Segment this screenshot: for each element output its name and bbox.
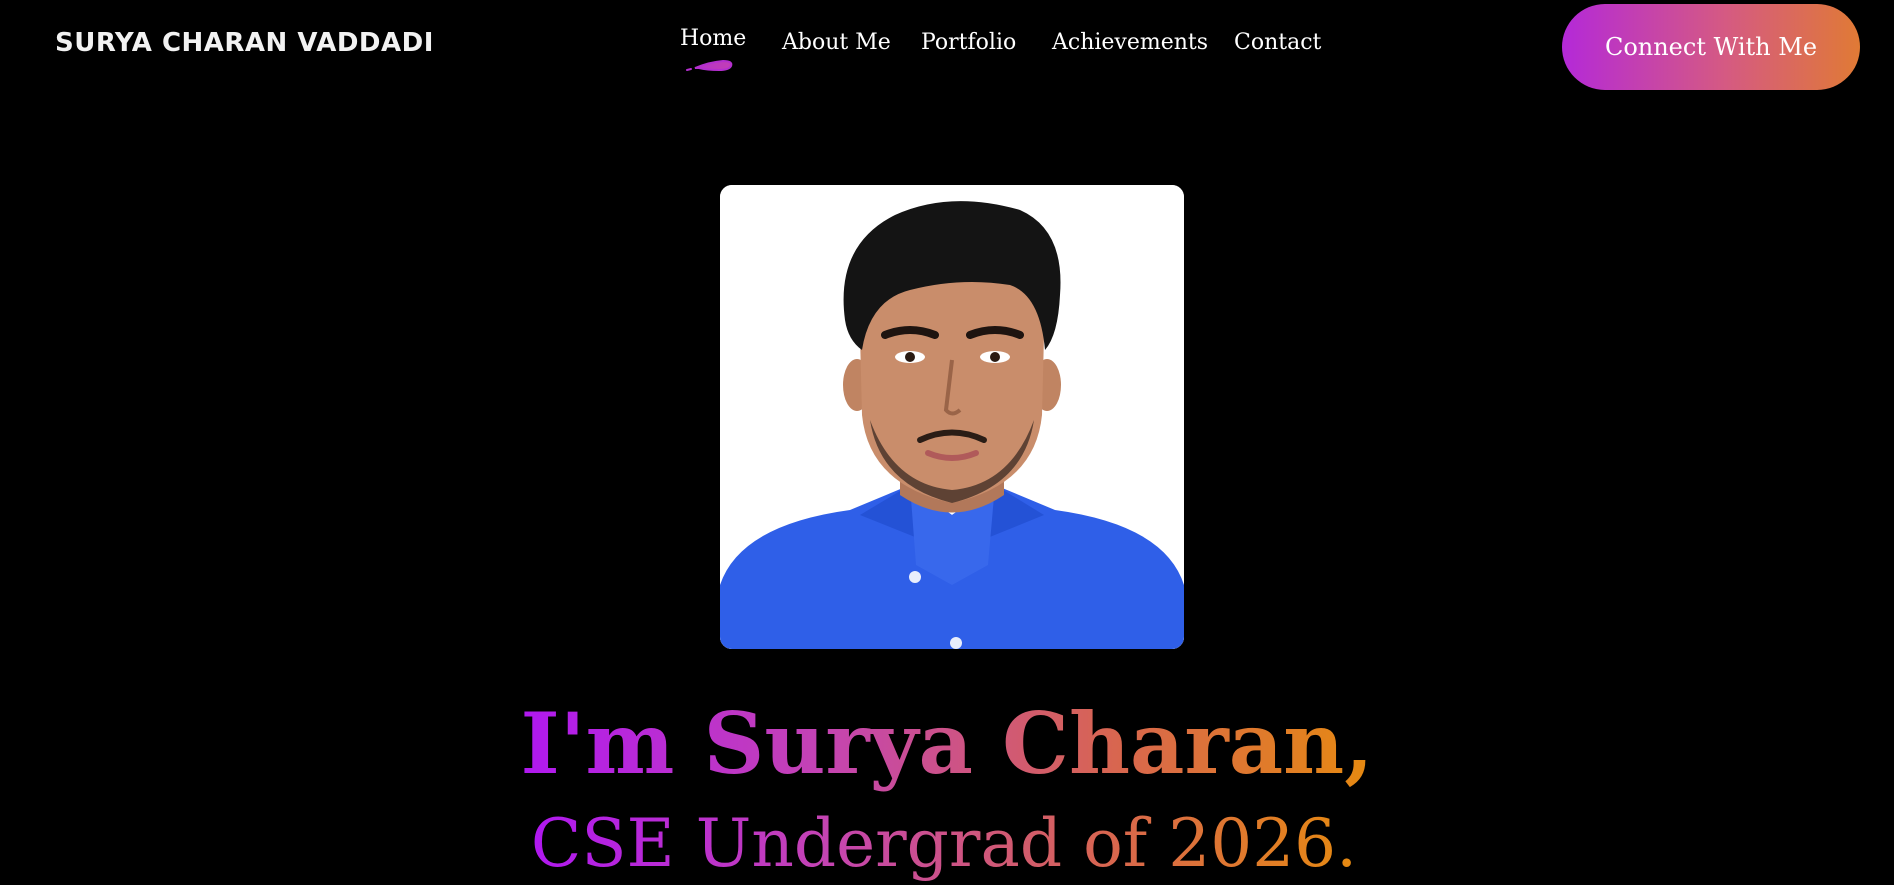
swoosh-underline-icon: [686, 59, 733, 72]
profile-photo: [720, 185, 1184, 649]
hero-headline-text: I'm Surya Charan,: [520, 694, 1374, 793]
hero-headline: I'm Surya Charan,: [0, 694, 1894, 794]
nav-about-me[interactable]: About Me: [782, 30, 891, 55]
nav-portfolio[interactable]: Portfolio: [921, 30, 1016, 55]
portrait-illustration: [720, 185, 1184, 649]
typing-cursor: [1361, 800, 1363, 876]
hero-subline: CSE Undergrad of 2026.: [0, 800, 1894, 885]
nav-home[interactable]: Home: [680, 26, 746, 51]
site-logo[interactable]: SURYA CHARAN VADDADI: [55, 28, 434, 58]
hero-subline-text: CSE Undergrad of 2026.: [530, 805, 1358, 882]
nav-contact[interactable]: Contact: [1234, 30, 1321, 55]
connect-with-me-button[interactable]: Connect With Me: [1562, 4, 1860, 90]
nav-achievements[interactable]: Achievements: [1052, 30, 1208, 55]
